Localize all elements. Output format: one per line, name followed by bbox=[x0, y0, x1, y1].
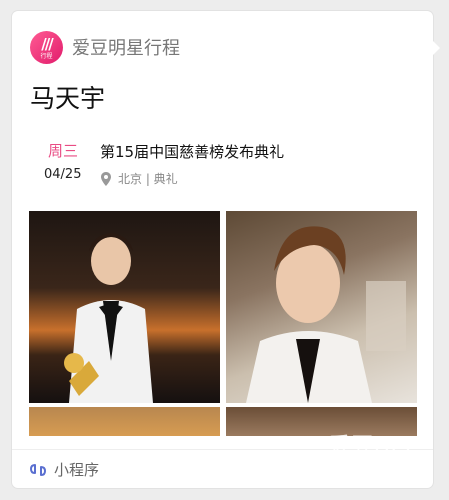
location-pin-icon bbox=[101, 171, 111, 186]
photo-stage-award[interactable] bbox=[29, 211, 220, 403]
event-date: 04/25 bbox=[44, 167, 82, 182]
mini-program-footer: 小程序 bbox=[30, 459, 99, 480]
photo-portrait[interactable] bbox=[226, 211, 417, 403]
star-name: 马天宇 bbox=[30, 84, 106, 113]
mini-program-icon bbox=[30, 463, 46, 476]
photo-thumbnail-3[interactable] bbox=[29, 407, 220, 436]
watermark: 爱豆APP 追星必备 bbox=[328, 428, 419, 473]
mini-program-card[interactable]: /// 行程 爱豆明星行程 马天宇 周三 04/25 第15届中国慈善榜发布典礼… bbox=[12, 11, 440, 488]
watermark-title: 爱豆APP bbox=[328, 434, 419, 459]
event-weekday: 周三 bbox=[48, 142, 79, 160]
app-logo-icon: /// 行程 bbox=[30, 30, 63, 64]
event-title: 第15届中国慈善榜发布典礼 bbox=[100, 143, 285, 161]
watermark-subtitle: 追星必备 bbox=[347, 462, 400, 473]
app-logo-text: 行程 bbox=[40, 52, 53, 60]
photo-grid bbox=[29, 211, 417, 436]
event-location: 北京 | 典礼 bbox=[100, 170, 178, 187]
card-header: /// 行程 爱豆明星行程 bbox=[30, 29, 180, 65]
event-location-text: 北京 | 典礼 bbox=[118, 172, 178, 186]
app-name: 爱豆明星行程 bbox=[72, 38, 180, 59]
event-row[interactable]: 周三 04/25 第15届中国慈善榜发布典礼 北京 | 典礼 bbox=[30, 138, 420, 198]
mini-program-label: 小程序 bbox=[54, 461, 100, 479]
